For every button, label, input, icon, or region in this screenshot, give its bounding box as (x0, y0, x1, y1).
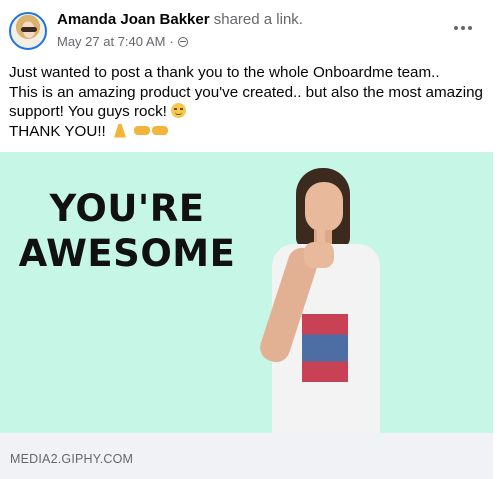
avatar-glasses (21, 27, 37, 32)
gif-caption-line: AWESOME (18, 232, 236, 275)
post-meta: May 27 at 7:40 AM · (57, 34, 188, 49)
post-text-line: Just wanted to post a thank you to the w… (9, 64, 440, 81)
post-text-line-with-emoji: THANK YOU!! (9, 122, 494, 142)
link-domain[interactable]: MEDIA2.GIPHY.COM (10, 452, 133, 466)
shirt-print (302, 314, 348, 382)
fist-bump-emoji (152, 125, 169, 135)
folded-hands-emoji (112, 124, 128, 138)
post-text-line: THANK YOU!! (9, 122, 106, 140)
fist-bump-emoji (134, 125, 151, 135)
gif-caption: YOU'RE AWESOME (10, 186, 244, 276)
post-text-line: support! You guys rock! (9, 103, 167, 120)
facebook-post: Amanda Joan Bakker shared a link. May 27… (0, 0, 501, 479)
pointing-finger (317, 222, 325, 248)
meta-separator: · (169, 34, 174, 49)
link-preview-bar[interactable]: MEDIA2.GIPHY.COM (0, 433, 493, 479)
author-name[interactable]: Amanda Joan Bakker (57, 11, 210, 28)
post-timestamp[interactable]: May 27 at 7:40 AM (57, 34, 165, 49)
gif-caption-line: YOU'RE (49, 187, 205, 230)
gif-preview[interactable]: YOU'RE AWESOME (0, 152, 493, 433)
post-text-line: This is an amazing product you've create… (9, 83, 483, 101)
post-text: Just wanted to post a thank you to the w… (9, 63, 494, 141)
post-header: Amanda Joan Bakker shared a link. (57, 11, 303, 28)
post-action: shared a link. (213, 11, 303, 28)
gif-person-figure (256, 164, 392, 433)
post-text-line-with-emoji: support! You guys rock! (9, 102, 494, 122)
author-avatar[interactable] (9, 12, 47, 50)
more-options-icon[interactable] (449, 18, 477, 38)
relieved-face-emoji (171, 103, 187, 118)
globe-icon[interactable] (177, 36, 188, 47)
